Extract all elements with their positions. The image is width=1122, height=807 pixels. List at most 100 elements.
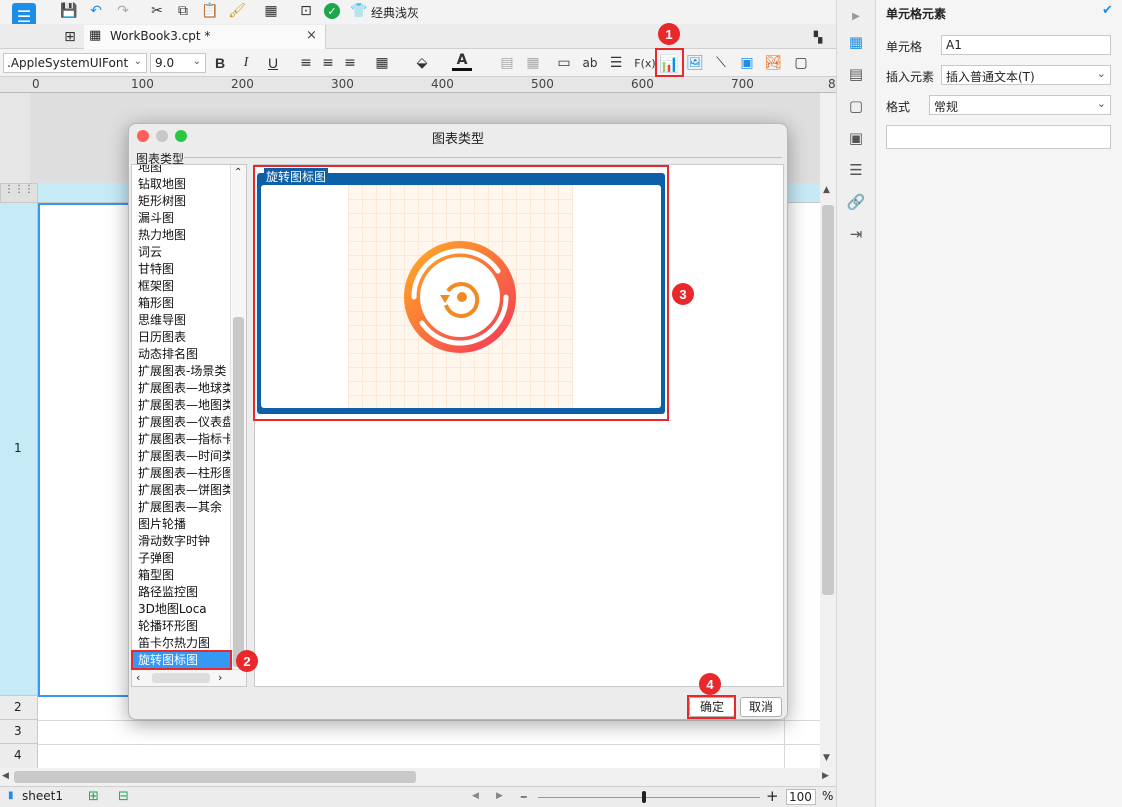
insert-select[interactable]: 插入普通文本(T) ⌄ [941,65,1111,85]
frame-icon[interactable]: ▢ [791,53,811,73]
chart-type-item[interactable]: 扩展图表—仪表盘 [132,414,234,431]
cell-attribute-icon[interactable]: ▤ [846,64,866,84]
rich-text-button[interactable]: ab [580,53,600,73]
row-header-1[interactable]: 1 [0,203,38,696]
chart-type-item[interactable]: 扩展图表—饼图类 [132,482,234,499]
chart-type-item[interactable]: 地图 [132,165,232,176]
chart-type-item[interactable]: 词云 [132,244,232,261]
list-vscroll[interactable]: ⌃ [230,165,246,669]
align-left-icon[interactable]: ≡ [296,53,316,73]
format-select[interactable]: 常规 ⌄ [929,95,1111,115]
prev-icon[interactable]: ◀ [472,791,479,801]
preview-icon[interactable]: ⊡ [296,1,316,21]
h-scroll-thumb[interactable] [14,771,416,783]
zoom-input[interactable]: 100 [786,789,816,805]
cancel-button[interactable]: 取消 [740,697,782,717]
widget-icon[interactable]: ▣ [846,128,866,148]
chart-type-item[interactable]: 扩展图表—地图类 [132,397,234,414]
corner-cell[interactable]: ⋮⋮⋮ [0,183,38,203]
chart-type-item[interactable]: 3D地图Loca [132,601,232,618]
chart-type-item[interactable]: 热力地图 [132,227,232,244]
scroll-down-icon[interactable]: ▼ [823,753,830,763]
paragraph-icon[interactable]: ☰ [606,53,626,73]
vertical-scrollbar[interactable]: ▲ ▼ [820,183,836,768]
chart-type-item[interactable]: 扩展图表—时间类 [132,448,234,465]
tab-menu-icon[interactable]: ▚ [808,27,828,47]
cut-icon[interactable]: ✂ [147,1,167,21]
border-icon[interactable]: ▦ [372,53,392,73]
row-header-3[interactable]: 3 [0,720,38,744]
chart-type-item[interactable]: 滑动数字时钟 [132,533,232,550]
chart-type-item[interactable]: 扩展图表—地球类 [132,380,234,397]
scroll-right-icon[interactable]: ▶ [822,771,829,781]
font-color-icon[interactable]: A [452,51,472,71]
add-sheet-icon[interactable]: ⊞ [88,789,99,804]
hyperlink-icon[interactable]: 🔗 [846,192,866,212]
chart-type-item[interactable]: 日历图表 [132,329,232,346]
undo-icon[interactable]: ↶ [86,1,106,21]
insert-text-icon[interactable]: ▭ [554,53,574,73]
theme-shirt-icon[interactable]: 👕 [349,1,369,21]
horizontal-scrollbar[interactable]: ◀ ▶ [0,768,836,786]
chart-type-item[interactable]: 动态排名图 [132,346,232,363]
zoom-in-button[interactable]: + [766,787,779,805]
check-icon[interactable]: ✓ [322,1,342,21]
condition-icon[interactable]: ☰ [846,160,866,180]
redo-icon[interactable]: ↷ [113,1,133,21]
import-icon[interactable]: ⇥ [846,224,866,244]
zoom-out-button[interactable]: – [520,787,528,805]
pin-icon[interactable]: ✔ [1102,3,1113,18]
tab-close-icon[interactable]: × [306,28,317,43]
bold-button[interactable]: B [210,53,230,73]
chart-type-item[interactable]: 扩展图表-场景类 [132,363,232,380]
add-report-icon[interactable]: ⊟ [118,789,129,804]
grid-icon[interactable]: ⊞ [60,27,80,47]
chart-type-item[interactable]: 框架图 [132,278,232,295]
zoom-slider-thumb[interactable] [642,791,646,803]
row-header-4[interactable]: 4 [0,744,38,768]
merge-cell-icon[interactable]: ▤ [497,53,517,73]
chart-type-item[interactable]: 漏斗图 [132,210,232,227]
align-center-icon[interactable]: ≡ [318,53,338,73]
scroll-up-icon[interactable]: ▲ [823,185,830,195]
chart-type-list[interactable]: 地图 钻取地图 矩形树图 漏斗图 热力地图 词云 甘特图 框架图 箱形图 思维导图 日历图表 动态排名… [131,164,247,687]
underline-button[interactable]: U [263,53,283,73]
split-cell-icon[interactable]: ▦ [523,53,543,73]
chart-type-item[interactable]: 轮播环形图 [132,618,232,635]
row-header-2[interactable]: 2 [0,696,38,720]
next-icon[interactable]: ▶ [496,791,503,801]
fill-color-icon[interactable]: ⬙ [412,53,432,73]
list-scroll-right-icon[interactable]: › [218,671,222,684]
chart-type-item[interactable]: 箱型图 [132,567,232,584]
font-select[interactable]: .AppleSystemUIFont ⌄ [3,53,147,73]
picture-icon[interactable]: 🏞 [763,53,783,73]
cell-field[interactable]: A1 [941,35,1111,55]
list-hscroll-thumb[interactable] [152,673,210,683]
list-scroll-thumb[interactable] [233,317,244,667]
chart-type-item[interactable]: 扩展图表—柱形图 [132,465,234,482]
chart-type-item[interactable]: 路径监控图 [132,584,232,601]
chart-type-item[interactable]: 子弹图 [132,550,232,567]
chart-type-item[interactable]: 甘特图 [132,261,232,278]
subreport-icon[interactable]: ▣ [737,53,757,73]
list-scroll-up-icon[interactable]: ⌃ [234,167,242,178]
list-hscroll[interactable]: ‹ › [132,669,246,686]
format-brush-icon[interactable]: 🖌 [227,1,247,21]
tab-workbook3[interactable]: ▦ WorkBook3.cpt * × [84,25,326,49]
chart-type-item[interactable]: 思维导图 [132,312,232,329]
chart-type-item[interactable]: 扩展图表—指标卡 [132,431,234,448]
formula-button[interactable]: F(x) [633,53,657,73]
align-right-icon[interactable]: ≡ [340,53,360,73]
sheet-tab[interactable]: sheet1 [22,789,63,803]
image-icon[interactable]: 🖼 [685,53,705,73]
theme-label[interactable]: 经典浅灰 [371,4,419,21]
format-pattern-field[interactable] [886,125,1111,149]
font-size-select[interactable]: 9.0 ⌄ [150,53,206,73]
float-element-icon[interactable]: ▢ [846,96,866,116]
italic-button[interactable]: I [236,53,256,73]
slash-icon[interactable]: ⟍ [711,53,731,73]
paste-icon[interactable]: 📋 [200,1,220,21]
save-icon[interactable]: 💾 [59,1,79,21]
chart-type-item[interactable]: 图片轮播 [132,516,232,533]
cell-element-icon[interactable]: ▦ [846,32,866,52]
